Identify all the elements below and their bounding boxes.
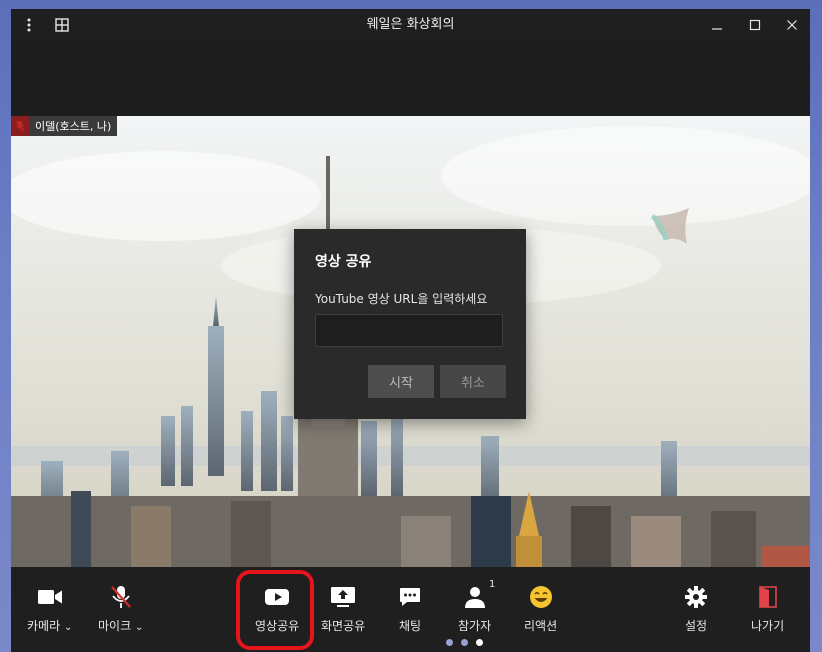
meeting-toolbar: 카메라 ⌄ 마이크 ⌄ 영상공유 화면공유 채팅 참가자 1 리액션 설정 나가… (11, 567, 810, 652)
participant-name-tag: 이델(호스트, 나) (11, 116, 118, 136)
mic-off-icon (110, 583, 132, 611)
exit-door-icon (758, 583, 777, 611)
participant-name: 이델(호스트, 나) (35, 120, 112, 133)
reaction-button[interactable]: 리액션 (524, 583, 557, 634)
participants-button[interactable]: 참가자 (458, 583, 491, 634)
page-dot-active[interactable] (476, 639, 483, 646)
chevron-down-icon[interactable]: ⌄ (64, 622, 72, 633)
page-dot[interactable] (461, 639, 468, 646)
start-button[interactable]: 시작 (368, 365, 434, 398)
leave-button[interactable]: 나가기 (751, 583, 784, 634)
page-indicator (446, 639, 483, 646)
screen-share-label: 화면공유 (321, 619, 366, 633)
dialog-prompt: YouTube 영상 URL을 입력하세요 (315, 292, 488, 306)
youtube-url-input[interactable] (315, 314, 503, 347)
reaction-label: 리액션 (524, 619, 558, 633)
window-title: 웨일은 화상회의 (366, 17, 455, 32)
conference-window: 웨일은 화상회의 이델(호스트, 나) 영상 공유 YouTube 영상 URL… (11, 9, 810, 652)
video-share-button[interactable]: 영상공유 (255, 583, 299, 634)
settings-label: 설정 (685, 619, 708, 633)
camera-label: 카메라 (27, 619, 61, 633)
chevron-down-icon[interactable]: ⌄ (135, 622, 143, 633)
video-feed: 이델(호스트, 나) 영상 공유 YouTube 영상 URL을 입력하세요 시… (11, 116, 810, 567)
close-icon[interactable] (778, 9, 806, 41)
camera-button[interactable]: 카메라 ⌄ (27, 583, 72, 634)
chat-bubble-icon (399, 583, 421, 611)
minimize-icon[interactable] (703, 9, 731, 41)
dialog-title: 영상 공유 (315, 254, 372, 270)
participants-count: 1 (489, 579, 496, 590)
leave-label: 나가기 (751, 619, 785, 633)
gear-icon (685, 583, 708, 611)
mic-button[interactable]: 마이크 ⌄ (98, 583, 143, 634)
smile-emoji-icon (529, 583, 553, 611)
settings-button[interactable]: 설정 (685, 583, 707, 634)
chat-button[interactable]: 채팅 (399, 583, 421, 634)
page-dot[interactable] (446, 639, 453, 646)
screen-share-icon (331, 583, 356, 611)
participants-label: 참가자 (458, 619, 492, 633)
mic-label: 마이크 (98, 619, 132, 633)
title-bar: 웨일은 화상회의 (11, 9, 810, 41)
person-icon (464, 583, 485, 611)
screen-share-button[interactable]: 화면공유 (321, 583, 365, 634)
video-camera-icon (37, 583, 62, 611)
chat-label: 채팅 (399, 619, 422, 633)
cancel-button[interactable]: 취소 (440, 365, 506, 398)
maximize-icon[interactable] (741, 9, 769, 41)
mic-muted-icon (11, 116, 29, 136)
top-spacer (11, 41, 810, 116)
video-share-label: 영상공유 (255, 619, 300, 633)
youtube-play-icon (265, 583, 290, 611)
video-share-dialog: 영상 공유 YouTube 영상 URL을 입력하세요 시작 취소 (294, 229, 526, 419)
